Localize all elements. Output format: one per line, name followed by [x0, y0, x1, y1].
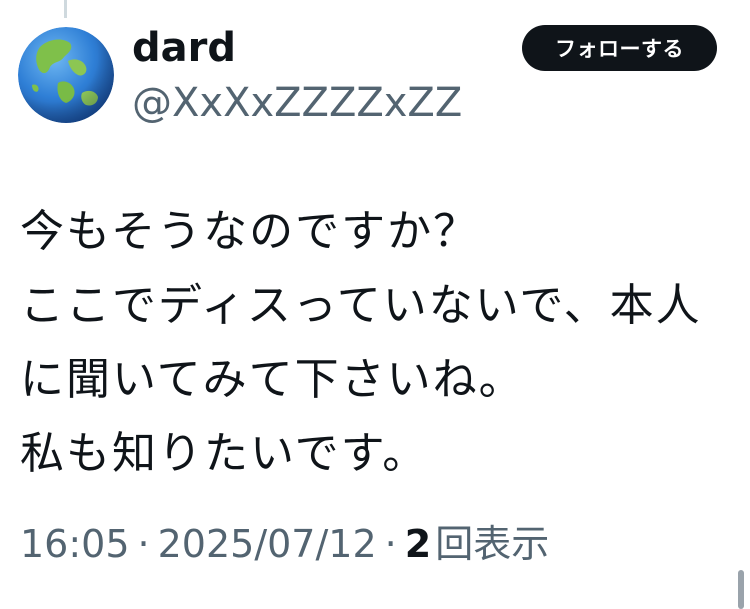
- author-display-name[interactable]: dard: [132, 24, 236, 72]
- tweet-metadata: 16:05 · 2025/07/12 · 2 回表示: [20, 518, 549, 570]
- tweet-text: 今もそうなのですか？ ここでディスっていないで、本人 に聞いてみて下さいね。 私…: [20, 195, 720, 491]
- tweet-date[interactable]: 2025/07/12: [158, 522, 377, 566]
- avatar[interactable]: [18, 27, 114, 123]
- tweet-text-line: ここでディスっていないで、本人: [20, 280, 702, 331]
- view-count-label: 回表示: [435, 522, 550, 566]
- tweet-text-line: 私も知りたいです。: [20, 428, 429, 479]
- earth-globe-icon: [18, 27, 114, 123]
- meta-separator: ·: [137, 522, 150, 566]
- author-handle[interactable]: @XxXxZZZZxZZ: [132, 80, 462, 126]
- thread-connector-line: [64, 0, 67, 18]
- follow-button[interactable]: フォローする: [522, 25, 717, 71]
- view-count: 2: [404, 522, 432, 566]
- tweet-text-line: 今もそうなのですか？: [20, 206, 480, 257]
- tweet-time[interactable]: 16:05: [20, 522, 130, 566]
- scrollbar[interactable]: [738, 570, 744, 609]
- tweet-text-line: に聞いてみて下さいね。: [20, 354, 525, 405]
- meta-separator: ·: [384, 522, 397, 566]
